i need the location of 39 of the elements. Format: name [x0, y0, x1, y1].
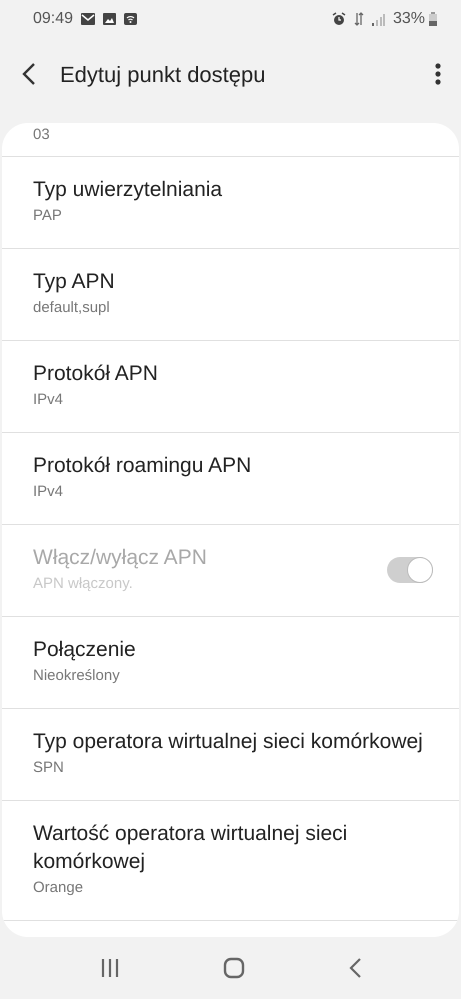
back-nav-icon[interactable] — [348, 957, 362, 979]
battery-icon — [429, 12, 437, 26]
setting-title: Połączenie — [33, 637, 136, 663]
more-options-icon[interactable] — [435, 63, 441, 85]
image-icon — [103, 13, 116, 25]
data-arrows-icon — [354, 12, 364, 26]
wifi-icon — [124, 13, 138, 25]
back-icon[interactable] — [22, 63, 36, 85]
recent-apps-icon[interactable] — [100, 958, 120, 978]
setting-row[interactable]: 03 — [2, 123, 459, 157]
setting-title: Typ APN — [33, 269, 115, 295]
setting-value: 03 — [33, 125, 50, 145]
setting-title: Typ operatora wirtualnej sieci komórkowej — [33, 729, 423, 755]
setting-row[interactable]: Typ operatora wirtualnej sieci komórkowej SPN — [2, 709, 459, 801]
setting-value: PAP — [33, 206, 62, 226]
setting-row[interactable]: Protokół roamingu APN IPv4 — [2, 433, 459, 525]
setting-value: Nieokreślony — [33, 666, 120, 686]
status-time: 09:49 — [33, 9, 74, 29]
mail-icon — [81, 13, 96, 25]
signal-icon — [372, 12, 385, 26]
battery-percent: 33% — [392, 9, 425, 29]
setting-row[interactable]: Połączenie Nieokreślony — [2, 617, 459, 709]
setting-title: Wartość operatora wirtualnej sieci komórkowej — [33, 821, 348, 875]
setting-value: SPN — [33, 758, 64, 778]
home-icon[interactable] — [222, 957, 244, 979]
setting-value: Orange — [33, 878, 84, 898]
setting-row[interactable]: Typ APN default,supl — [2, 249, 459, 341]
setting-value: IPv4 — [33, 482, 64, 502]
setting-value: IPv4 — [33, 390, 64, 410]
setting-title: Włącz/wyłącz APN — [33, 545, 207, 571]
setting-row[interactable]: Typ uwierzytelniania PAP — [2, 157, 459, 249]
setting-title: Typ uwierzytelniania — [33, 177, 222, 203]
alarm-icon — [332, 12, 346, 26]
setting-row[interactable]: Protokół APN IPv4 — [2, 341, 459, 433]
setting-row[interactable]: Wartość operatora wirtualnej sieci komórkowej Orange — [2, 801, 459, 921]
page-title: Edytuj punkt dostępu — [60, 60, 266, 89]
setting-title: Protokół APN — [33, 361, 158, 387]
setting-title: Protokół roamingu APN — [33, 453, 252, 479]
setting-value: default,supl — [33, 298, 110, 318]
